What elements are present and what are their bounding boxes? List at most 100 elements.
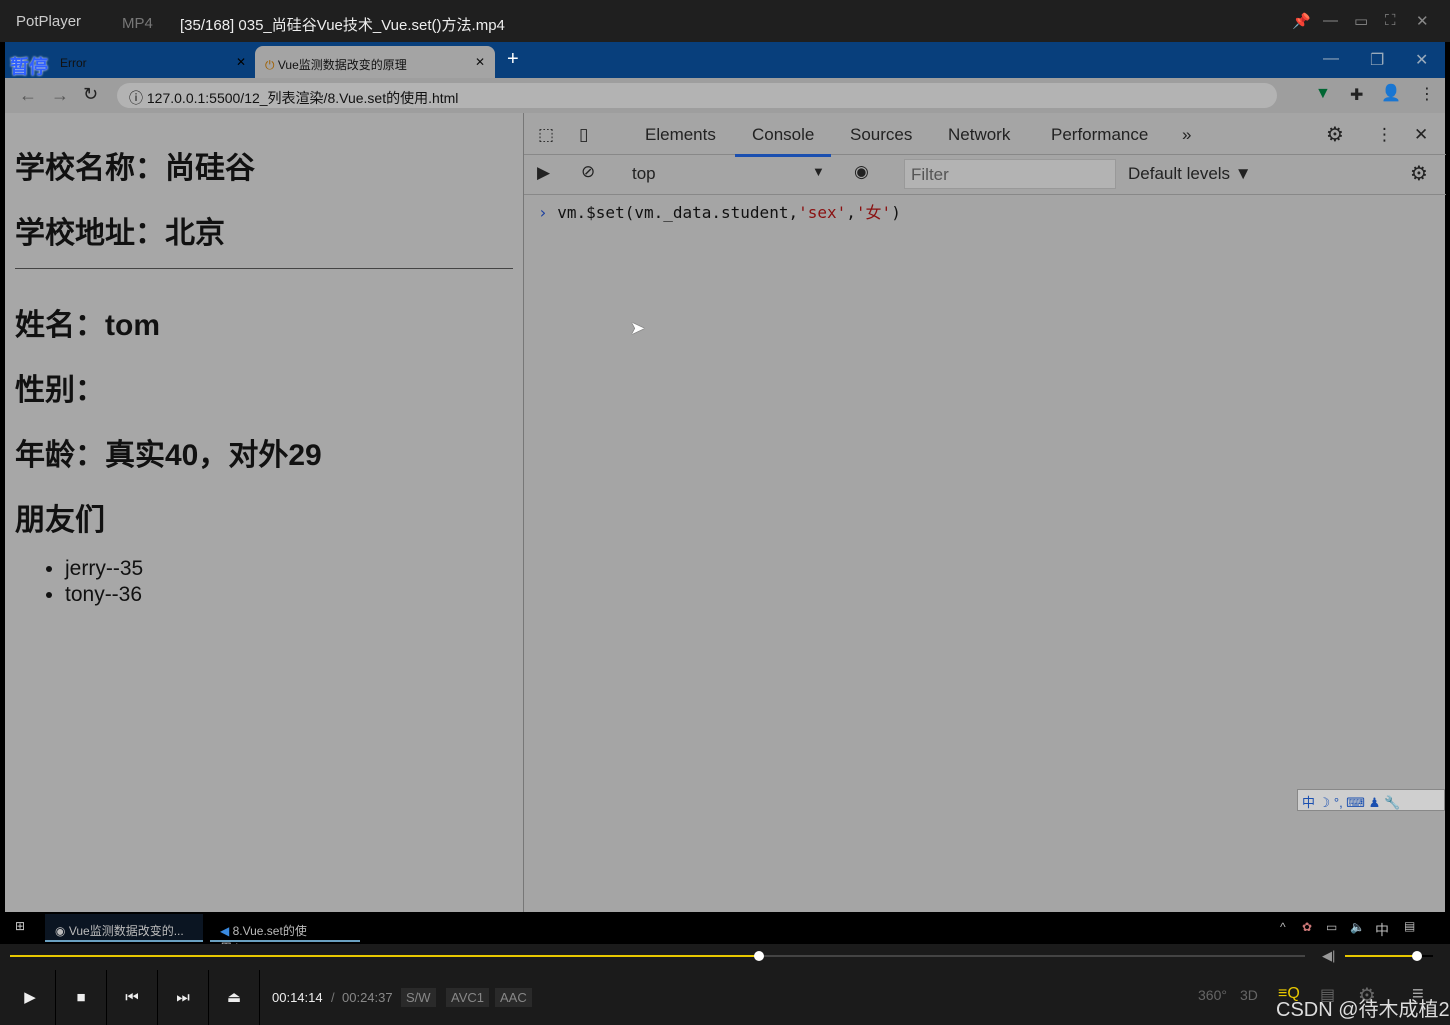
close-tab-icon[interactable]: ✕ — [236, 55, 246, 69]
app-menu[interactable]: PotPlayer — [16, 13, 81, 30]
url-input[interactable]: ⓘ 127.0.0.1:5500/12_列表渲染/8.Vue.set的使用.ht… — [117, 83, 1277, 108]
tray-chevron-icon[interactable]: ^ — [1280, 920, 1286, 934]
paused-indicator: 暂停 — [10, 57, 49, 78]
volume-level — [1345, 955, 1418, 957]
stop-button[interactable]: ■ — [56, 970, 107, 1025]
play-button[interactable]: ▶ — [5, 970, 56, 1025]
windows-start-icon[interactable]: ⊞ — [15, 919, 25, 933]
next-button[interactable]: ⏭ — [158, 970, 209, 1025]
volume-icon[interactable]: ◀| — [1322, 948, 1335, 964]
tray-app-icon[interactable]: ✿ — [1302, 920, 1312, 934]
devtools-tab-bar: ⬚ ▯ Elements Console Sources Network Per… — [524, 113, 1446, 157]
ime-toolbar[interactable]: 中 ☽ °, ⌨ ♟ 🔧 — [1297, 789, 1445, 811]
console-toolbar: ▶ ⊘ top ▼ ◉ Filter Default levels ▼ ⚙ — [524, 155, 1446, 195]
current-time: 00:14:14 — [272, 990, 323, 1005]
address-bar-row: ← → ↻ ⓘ 127.0.0.1:5500/12_列表渲染/8.Vue.set… — [5, 78, 1445, 113]
new-tab-button[interactable]: + — [507, 48, 519, 71]
school-name: 学校名称：尚硅谷 — [15, 152, 255, 185]
seek-progress — [10, 955, 759, 957]
battery-icon[interactable]: ▭ — [1326, 920, 1337, 934]
renderer-badge[interactable]: S/W — [401, 988, 436, 1007]
video-codec-badge[interactable]: AVC1 — [446, 988, 489, 1007]
prompt-icon: › — [538, 203, 558, 222]
audio-codec-badge[interactable]: AAC — [495, 988, 532, 1007]
string: 'sex' — [798, 203, 847, 222]
context-select[interactable]: top — [632, 164, 656, 184]
menu-icon[interactable]: ⋮ — [1419, 84, 1435, 104]
eject-button[interactable]: ⏏ — [209, 970, 260, 1025]
3d-icon[interactable]: 3D — [1240, 987, 1258, 1003]
list-item: tony--36 — [65, 582, 143, 608]
back-icon[interactable]: ← — [19, 85, 37, 106]
friends-list: jerry--35 tony--36 — [65, 556, 143, 608]
watermark: CSDN @待木成植2 — [1276, 999, 1450, 1021]
settings-icon[interactable]: ⚙ — [1326, 122, 1344, 147]
maximize-button[interactable]: ▭ — [1354, 12, 1368, 30]
seek-bar-area: ◀| — [0, 944, 1450, 970]
ime-icons: 中 ☽ °, ⌨ ♟ 🔧 — [1302, 795, 1401, 810]
reload-icon[interactable]: ↻ — [83, 84, 98, 105]
previous-button[interactable]: ⏮ — [107, 970, 158, 1025]
device-toggle-icon[interactable]: ▯ — [579, 125, 588, 145]
close-button[interactable]: ✕ — [1416, 12, 1429, 30]
task-label: Vue监测数据改变的... — [68, 924, 184, 938]
student-age: 年龄：真实40，对外29 — [15, 439, 322, 472]
tab-performance[interactable]: Performance — [1051, 125, 1148, 145]
console-settings-icon[interactable]: ⚙ — [1410, 161, 1428, 186]
time-separator: / — [331, 990, 335, 1005]
student-sex: 性别： — [15, 374, 105, 407]
more-options-icon[interactable]: ⋮ — [1376, 125, 1393, 145]
video-title: [35/168] 035_尚硅谷Vue技术_Vue.set()方法.mp4 — [180, 17, 505, 34]
tab-sources[interactable]: Sources — [850, 125, 912, 145]
code: , — [846, 203, 856, 222]
chrome-icon: ◉ — [55, 924, 69, 938]
fullscreen-button[interactable]: ⛶ — [1385, 12, 1396, 29]
pin-icon[interactable]: 📌 — [1292, 12, 1311, 30]
chevron-down-icon[interactable]: ▼ — [812, 164, 825, 179]
friends-title: 朋友们 — [15, 504, 105, 537]
tab-label: Vue监测数据改变的原理 — [277, 58, 407, 72]
volume-handle[interactable] — [1412, 951, 1423, 961]
tab-console[interactable]: Console — [735, 125, 832, 157]
seek-handle[interactable] — [753, 951, 764, 961]
360-icon[interactable]: 360° — [1198, 987, 1227, 1003]
volume-tray-icon[interactable]: 🔈 — [1350, 920, 1365, 934]
taskbar-chrome[interactable]: ◉ Vue监测数据改变的... — [45, 914, 203, 942]
sidebar-toggle-icon[interactable]: ▶ — [537, 163, 550, 183]
tab-label: Error — [60, 56, 87, 70]
filter-input[interactable]: Filter — [904, 159, 1116, 189]
vscode-icon: ◀ — [220, 924, 233, 938]
student-name: 姓名：tom — [15, 309, 160, 342]
info-icon: ⓘ — [129, 90, 147, 106]
mouse-cursor-icon: ➤ — [630, 318, 646, 338]
more-tabs-icon[interactable]: » — [1182, 125, 1191, 145]
divider — [15, 268, 513, 269]
clear-console-icon[interactable]: ⊘ — [581, 162, 595, 182]
tab-elements[interactable]: Elements — [645, 125, 716, 145]
minimize-button[interactable]: — — [1323, 12, 1338, 29]
browser-tab-bar: Error ✕ ⏻ Vue监测数据改变的原理 ✕ + — ❐ ✕ — [5, 42, 1445, 78]
string: '女' — [855, 203, 892, 222]
eye-icon[interactable]: ◉ — [854, 162, 869, 182]
minimize-browser[interactable]: — — [1323, 50, 1339, 68]
close-devtools-icon[interactable]: ✕ — [1414, 125, 1428, 145]
windows-taskbar: ⊞ ◉ Vue监测数据改变的... ◀ 8.Vue.set的使用.htm... … — [0, 912, 1450, 955]
profile-icon[interactable]: 👤 — [1381, 83, 1401, 103]
tab-vue[interactable]: ⏻ Vue监测数据改变的原理 ✕ — [255, 46, 495, 78]
close-browser[interactable]: ✕ — [1415, 50, 1428, 70]
vue-favicon-icon: ⏻ — [265, 58, 275, 72]
inspect-icon[interactable]: ⬚ — [538, 125, 554, 145]
url-text: 127.0.0.1:5500/12_列表渲染/8.Vue.set的使用.html — [146, 90, 459, 106]
restore-browser[interactable]: ❐ — [1370, 50, 1384, 70]
extensions-icon[interactable]: ✚ — [1350, 85, 1363, 105]
tab-network[interactable]: Network — [948, 125, 1010, 145]
vue-devtools-icon[interactable]: ▼ — [1315, 85, 1331, 103]
console-input[interactable]: › vm.$set(vm._data.student,'sex','女') — [538, 199, 901, 223]
player-title-bar: PotPlayer MP4 [35/168] 035_尚硅谷Vue技术_Vue.… — [0, 0, 1450, 42]
input-language[interactable]: 中 — [1375, 920, 1389, 940]
close-tab-icon[interactable]: ✕ — [475, 55, 485, 69]
taskbar-vscode[interactable]: ◀ 8.Vue.set的使用.htm... — [210, 914, 360, 955]
forward-icon[interactable]: → — [51, 85, 69, 106]
log-levels-select[interactable]: Default levels ▼ — [1128, 164, 1252, 184]
notification-icon[interactable]: ▤ — [1404, 919, 1415, 933]
